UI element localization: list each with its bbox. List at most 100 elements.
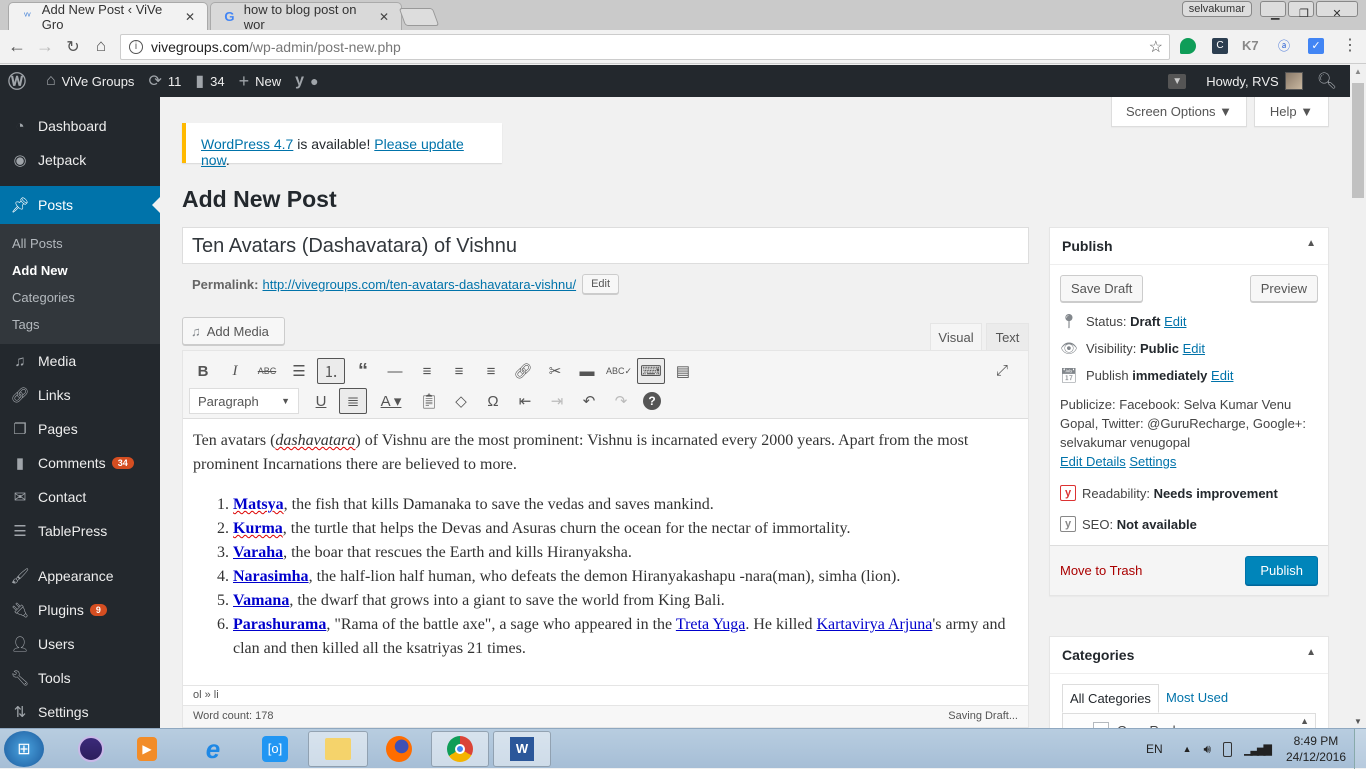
a-extension-icon[interactable]: ⓐ bbox=[1276, 38, 1292, 54]
fullscreen-icon[interactable]: ⤢ bbox=[988, 357, 1016, 383]
check-extension-icon[interactable]: ✓ bbox=[1308, 38, 1324, 54]
add-media-button[interactable]: ♫ Add Media bbox=[182, 317, 285, 345]
text-color-icon[interactable]: A ▾ bbox=[371, 388, 411, 414]
minimize-button[interactable]: ▁ bbox=[1260, 1, 1286, 20]
battery-icon[interactable] bbox=[1223, 741, 1233, 757]
indent-icon[interactable]: ⇥ bbox=[543, 388, 571, 414]
screenshot-icon[interactable]: [o] bbox=[254, 731, 296, 767]
help-icon[interactable]: ? bbox=[643, 392, 661, 410]
insert-link-icon[interactable]: 🔗︎ bbox=[509, 358, 537, 384]
collapse-toggle-icon[interactable]: ▲ bbox=[1306, 238, 1316, 254]
network-signal-icon[interactable]: ▁▃▅▇ bbox=[1244, 743, 1272, 756]
address-bar[interactable]: i vivegroups.com/wp-admin/post-new.php ☆ bbox=[120, 34, 1170, 60]
post-title-input[interactable]: Ten Avatars (Dashavatara) of Vishnu bbox=[182, 227, 1029, 264]
edit-details-link[interactable]: Edit Details bbox=[1060, 454, 1126, 469]
kartavirya-arjuna-link[interactable]: Kartavirya Arjuna bbox=[816, 616, 932, 633]
table-icon[interactable]: ▤ bbox=[669, 358, 697, 384]
spellcheck-icon[interactable]: ABC✓ bbox=[605, 358, 633, 384]
notifications-button[interactable]: ▼ bbox=[1161, 65, 1199, 97]
edit-visibility-link[interactable]: Edit bbox=[1183, 341, 1205, 356]
save-draft-button[interactable]: Save Draft bbox=[1060, 275, 1144, 302]
my-account-menu[interactable]: Howdy, RVS bbox=[1199, 65, 1310, 97]
clear-formatting-icon[interactable]: ◇ bbox=[447, 388, 475, 414]
preview-button[interactable]: Preview bbox=[1249, 275, 1318, 302]
sidebar-item-users[interactable]: 👤︎ Users bbox=[0, 627, 160, 661]
clock[interactable]: 8:49 PM 24/12/2016 bbox=[1286, 733, 1346, 765]
redo-icon[interactable]: ↷ bbox=[607, 388, 635, 414]
help-button[interactable]: Help ▼ bbox=[1254, 97, 1329, 127]
publish-button[interactable]: Publish bbox=[1245, 556, 1318, 585]
eclipse-icon[interactable] bbox=[70, 731, 112, 767]
show-desktop-button[interactable] bbox=[1354, 729, 1366, 769]
sidebar-item-jetpack[interactable]: ◉ Jetpack bbox=[0, 143, 160, 177]
sidebar-item-media[interactable]: ♫ Media bbox=[0, 344, 160, 378]
reload-icon[interactable]: ↻ bbox=[62, 37, 84, 57]
tab-text[interactable]: Text bbox=[986, 323, 1029, 351]
special-character-icon[interactable]: Ω bbox=[479, 388, 507, 414]
media-player-icon[interactable]: ▶ bbox=[126, 731, 168, 767]
read-more-icon[interactable]: ▬ bbox=[573, 358, 601, 384]
volume-icon[interactable]: 🔊︎ bbox=[1204, 742, 1212, 757]
wordpress-version-link[interactable]: WordPress 4.7 bbox=[201, 136, 293, 152]
scroll-up-icon[interactable]: ▲ bbox=[1300, 716, 1309, 726]
updates-link[interactable]: ⟳ 11 bbox=[141, 65, 188, 97]
submenu-add-new[interactable]: Add New bbox=[0, 257, 160, 284]
format-select[interactable]: Paragraph ▼ bbox=[189, 388, 299, 414]
sidebar-item-contact[interactable]: ✉ Contact bbox=[0, 480, 160, 514]
start-button[interactable]: ⊞ bbox=[4, 731, 44, 767]
internet-explorer-icon[interactable]: e bbox=[192, 731, 234, 767]
word-icon[interactable]: W bbox=[493, 731, 551, 767]
bold-icon[interactable]: B bbox=[189, 358, 217, 384]
sidebar-item-plugins[interactable]: 🔌︎ Plugins 9 bbox=[0, 593, 160, 627]
align-left-icon[interactable]: ≡ bbox=[413, 358, 441, 384]
show-hidden-icons[interactable]: ▲ bbox=[1183, 744, 1192, 754]
move-to-trash-link[interactable]: Move to Trash bbox=[1060, 563, 1142, 578]
hangouts-icon[interactable] bbox=[1180, 38, 1196, 54]
toolbar-toggle-icon[interactable]: ⌨ bbox=[637, 358, 665, 384]
sidebar-item-appearance[interactable]: 🖌︎ Appearance bbox=[0, 559, 160, 593]
back-icon[interactable]: ← bbox=[6, 36, 28, 57]
sidebar-item-dashboard[interactable]: ◔ Dashboard bbox=[0, 109, 160, 143]
permalink-edit-button[interactable]: Edit bbox=[582, 274, 620, 294]
sidebar-item-pages[interactable]: ❐ Pages bbox=[0, 412, 160, 446]
forward-icon[interactable]: → bbox=[34, 36, 56, 57]
horizontal-line-icon[interactable]: — bbox=[381, 358, 409, 384]
file-explorer-icon[interactable] bbox=[308, 731, 368, 767]
avatar-link[interactable]: Parashurama bbox=[233, 616, 326, 633]
site-name-link[interactable]: ⌂ ViVe Groups bbox=[39, 65, 141, 97]
scroll-down-arrow-icon[interactable]: ▼ bbox=[1354, 717, 1362, 726]
sidebar-item-settings[interactable]: ⇅ Settings bbox=[0, 695, 160, 729]
scroll-up-arrow-icon[interactable]: ▲ bbox=[1354, 67, 1362, 76]
search-button[interactable]: 🔍︎ bbox=[1310, 65, 1350, 97]
close-tab-icon[interactable]: ✕ bbox=[185, 10, 195, 24]
chrome-icon[interactable] bbox=[431, 731, 489, 767]
close-window-button[interactable]: ✕ bbox=[1316, 1, 1358, 20]
home-icon[interactable]: ⌂ bbox=[90, 36, 112, 56]
language-indicator[interactable]: EN bbox=[1146, 742, 1163, 756]
tab-all-categories[interactable]: All Categories bbox=[1062, 684, 1159, 713]
screen-options-button[interactable]: Screen Options ▼ bbox=[1111, 97, 1247, 127]
avatar-link[interactable]: Kurma bbox=[233, 520, 283, 537]
outdent-icon[interactable]: ⇤ bbox=[511, 388, 539, 414]
restore-button[interactable]: ❐ bbox=[1288, 1, 1314, 20]
close-tab-icon[interactable]: ✕ bbox=[379, 10, 389, 24]
treta-yuga-link[interactable]: Treta Yuga bbox=[676, 616, 745, 633]
sidebar-item-tools[interactable]: 🔧︎ Tools bbox=[0, 661, 160, 695]
bullet-list-icon[interactable]: ☰ bbox=[285, 358, 313, 384]
tab-google-search[interactable]: G how to blog post on wor ✕ bbox=[210, 2, 402, 32]
submenu-tags[interactable]: Tags bbox=[0, 311, 160, 338]
yoast-menu[interactable]: y ● bbox=[288, 65, 331, 97]
align-center-icon[interactable]: ≡ bbox=[445, 358, 473, 384]
new-content-link[interactable]: + New bbox=[232, 65, 289, 97]
remove-link-icon[interactable]: ✂ bbox=[541, 358, 569, 384]
paste-text-icon[interactable]: 📋︎ bbox=[415, 388, 443, 414]
justify-icon[interactable]: ≣ bbox=[339, 388, 367, 414]
bookmark-star-icon[interactable]: ☆ bbox=[1149, 37, 1163, 57]
avatar-link[interactable]: Vamana bbox=[233, 592, 289, 609]
profile-button[interactable]: selvakumar bbox=[1181, 1, 1252, 17]
underline-icon[interactable]: U bbox=[307, 388, 335, 414]
avatar-link[interactable]: Matsya bbox=[233, 496, 284, 513]
k7-icon[interactable]: K7 bbox=[1242, 38, 1259, 54]
chrome-menu-icon[interactable]: ⋮ bbox=[1342, 38, 1358, 54]
tab-most-used[interactable]: Most Used bbox=[1159, 684, 1235, 713]
